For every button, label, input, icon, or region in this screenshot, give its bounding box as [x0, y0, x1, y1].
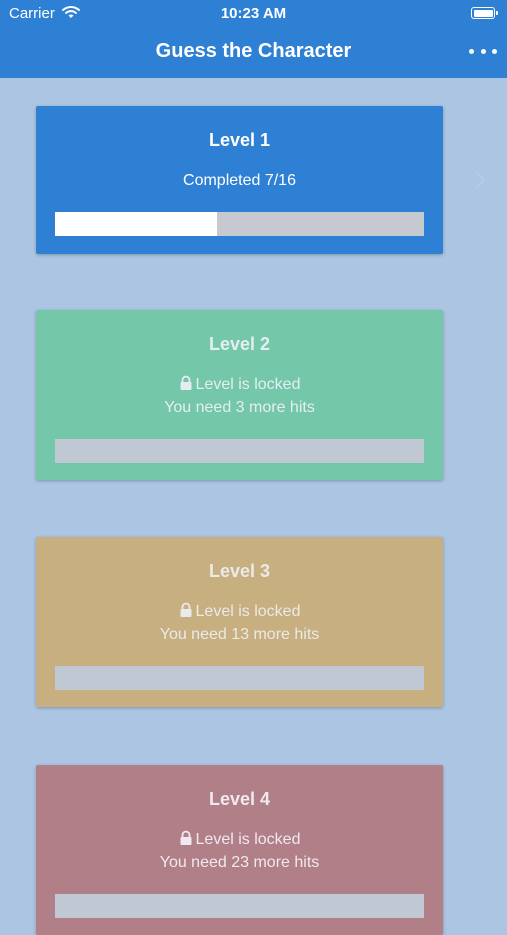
- progress-bar: [55, 894, 424, 918]
- page-title: Guess the Character: [155, 40, 352, 62]
- progress-fill: [55, 212, 218, 236]
- lock-icon: [180, 602, 192, 617]
- more-horizontal-icon[interactable]: [469, 39, 497, 63]
- level-title: Level 3: [208, 561, 271, 581]
- locked-label: Level is locked: [195, 603, 301, 620]
- progress-bar: [55, 439, 424, 463]
- chevron-right-icon: [475, 171, 486, 189]
- level-card-4[interactable]: Level 4 Level is locked You need 23 more…: [36, 765, 443, 935]
- level-card-2[interactable]: Level 2 Level is locked You need 3 more …: [36, 310, 443, 480]
- level-card-3[interactable]: Level 3 Level is locked You need 13 more…: [36, 537, 443, 707]
- status-bar: Carrier 10:23 AM: [0, 0, 507, 28]
- level-status: Completed 7/16: [183, 172, 296, 189]
- hits-needed: You need 13 more hits: [159, 626, 320, 643]
- locked-label: Level is locked: [195, 376, 301, 393]
- hits-needed: You need 3 more hits: [164, 399, 315, 416]
- progress-bar: [55, 212, 424, 236]
- hits-needed: You need 23 more hits: [159, 854, 320, 871]
- level-title: Level 1: [208, 130, 271, 150]
- battery-icon: [471, 7, 498, 19]
- locked-label: Level is locked: [195, 831, 301, 848]
- level-title: Level 4: [208, 789, 271, 809]
- nav-bar: Carrier 10:23 AM Guess the Character: [0, 0, 507, 78]
- level-title: Level 2: [208, 334, 271, 354]
- progress-bar: [55, 666, 424, 690]
- lock-icon: [180, 830, 192, 845]
- lock-icon: [180, 375, 192, 390]
- level-card-1[interactable]: Level 1 Completed 7/16: [36, 106, 443, 254]
- clock: 10:23 AM: [220, 5, 287, 22]
